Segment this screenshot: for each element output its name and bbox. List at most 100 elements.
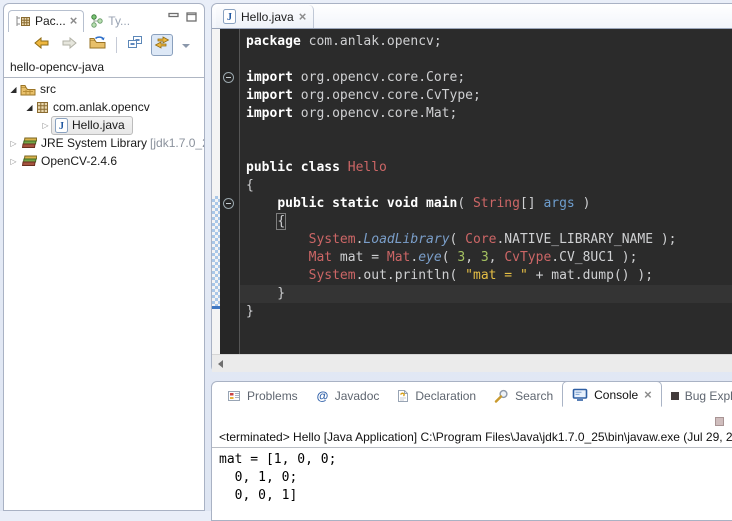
code-token (246, 232, 309, 247)
bottom-tab-problems[interactable]: Problems (218, 385, 307, 407)
package-explorer-icon (15, 14, 31, 28)
maximize-icon[interactable] (186, 9, 197, 27)
tree-item-opencv-2-4-6[interactable]: ▷ OpenCV-2.4.6 (4, 152, 204, 170)
code-token: ) (575, 196, 591, 211)
editor-area: JHello.java× package com.anlak.opencv; i… (211, 3, 732, 372)
package-explorer-tree: ◢src◢com.anlak.opencv▷JHello.java▷JRE Sy… (4, 80, 204, 170)
console-toolbar-square-icon[interactable] (715, 413, 724, 431)
horizontal-scrollbar[interactable] (212, 354, 732, 372)
tree-item-src[interactable]: ◢ src (4, 80, 204, 98)
scroll-left-button[interactable] (212, 355, 229, 372)
code-token: + mat.dump() ); (528, 268, 653, 283)
view-tab-label: Ty... (108, 14, 130, 28)
code-token: org.opencv.core.CvType; (293, 88, 481, 103)
package-icon (36, 101, 49, 114)
back-icon (33, 36, 50, 54)
java-file-icon: J (223, 9, 236, 24)
view-tab-ty[interactable]: Ty... (84, 11, 136, 32)
code-token: } (246, 286, 285, 301)
code-token: } (246, 304, 254, 319)
method-range-indicator (212, 196, 220, 309)
view-menu-button[interactable] (178, 34, 194, 56)
collapse-all-button[interactable] (124, 34, 146, 56)
console-status-line: <terminated> Hello [Java Application] C:… (212, 430, 732, 447)
library-icon (20, 155, 37, 168)
type-hierarchy-icon (90, 14, 104, 28)
fold-minus-icon[interactable] (223, 72, 234, 83)
code-token: LoadLibrary (363, 232, 449, 247)
tree-item-jre-system-library[interactable]: ▷JRE System Library [jdk1.7.0_25] (4, 134, 204, 152)
close-icon[interactable]: × (299, 12, 307, 22)
code-editor[interactable]: package com.anlak.opencv; import org.ope… (240, 29, 732, 354)
bottom-tab-search[interactable]: Search (485, 385, 562, 407)
back-button[interactable] (30, 34, 53, 56)
code-token: import (246, 88, 293, 103)
javadoc-icon: @ (316, 389, 329, 402)
code-token: ( (442, 250, 458, 265)
bottom-tab-label: Console (594, 388, 638, 402)
editor-tab-hello-java[interactable]: JHello.java× (216, 5, 314, 28)
bottom-tab-label: Problems (247, 389, 298, 403)
code-token: Mat (387, 250, 410, 265)
code-token: CvType (504, 250, 551, 265)
code-token (340, 160, 348, 175)
code-line: } (246, 303, 732, 321)
code-token: [] (520, 196, 543, 211)
code-token (246, 196, 277, 211)
code-token (246, 268, 309, 283)
minimize-icon[interactable] (168, 9, 179, 27)
expanded-expander-icon[interactable]: ◢ (8, 85, 19, 94)
bottom-tab-console[interactable]: Console × (562, 381, 662, 407)
close-icon[interactable]: × (70, 16, 78, 26)
forward-icon (61, 36, 78, 54)
code-line: public static void main( String[] args ) (246, 195, 732, 213)
fold-minus-icon[interactable] (223, 198, 234, 209)
code-token: eye (418, 250, 441, 265)
code-line: { (246, 177, 732, 195)
code-line: System.LoadLibrary( Core.NATIVE_LIBRARY_… (246, 231, 732, 249)
view-tab-pac[interactable]: Pac...× (8, 10, 84, 32)
library-icon (20, 137, 37, 150)
tree-item-project[interactable]: hello-opencv-java (4, 57, 204, 76)
code-token: { (246, 178, 254, 193)
folding-gutter (220, 29, 240, 354)
tree-item-com-anlak-opencv[interactable]: ◢com.anlak.opencv (4, 98, 204, 116)
java-file-icon: J (55, 118, 68, 133)
console-output-line: 0, 0, 1] (219, 487, 732, 505)
code-line: import org.opencv.core.Core; (246, 69, 732, 87)
code-token (246, 250, 309, 265)
link-with-editor-icon (154, 36, 170, 54)
code-line: Mat mat = Mat.eye( 3, 3, CvType.CV_8UC1 … (246, 249, 732, 267)
forward-button[interactable] (58, 34, 81, 56)
tree-item-label: src (40, 82, 59, 96)
tree-item-hello-java[interactable]: ▷JHello.java (4, 116, 204, 134)
collapsed-expander-icon[interactable]: ▷ (8, 157, 19, 166)
code-line: } (240, 285, 732, 303)
code-token (246, 214, 277, 229)
code-token: ( (457, 196, 473, 211)
toolbar-separator (116, 37, 117, 53)
collapsed-expander-icon[interactable]: ▷ (40, 121, 51, 130)
code-token: System (309, 232, 356, 247)
link-with-editor-button[interactable] (151, 34, 173, 56)
bottom-tab-bug-explorer[interactable]: Bug Explorer (662, 385, 732, 407)
code-line: System.out.println( "mat = " + mat.dump(… (246, 267, 732, 285)
close-icon[interactable]: × (644, 390, 652, 400)
expanded-expander-icon[interactable]: ◢ (24, 103, 35, 112)
console-output[interactable]: mat = [1, 0, 0; 0, 1, 0; 0, 0, 1] (212, 448, 732, 505)
collapsed-expander-icon[interactable]: ▷ (8, 139, 19, 148)
declaration-icon (397, 389, 409, 403)
package-explorer-toolbar (4, 32, 204, 57)
code-line: import org.opencv.core.CvType; (246, 87, 732, 105)
package-explorer-view: Pac...× Ty... hello-opencv-java ◢ src ◢com.… (3, 3, 205, 511)
bottom-tab-javadoc[interactable]: @Javadoc (307, 385, 389, 407)
bottom-tab-declaration[interactable]: Declaration (388, 385, 485, 407)
code-token: public class (246, 160, 340, 175)
editor-tabbar: JHello.java× (212, 4, 732, 29)
code-line: import org.opencv.core.Mat; (246, 105, 732, 123)
code-token: { (277, 214, 285, 229)
code-line: { (246, 213, 732, 231)
up-folder-icon (89, 35, 106, 54)
tree-item-label: OpenCV-2.4.6 (41, 154, 120, 168)
up-button[interactable] (86, 34, 109, 56)
